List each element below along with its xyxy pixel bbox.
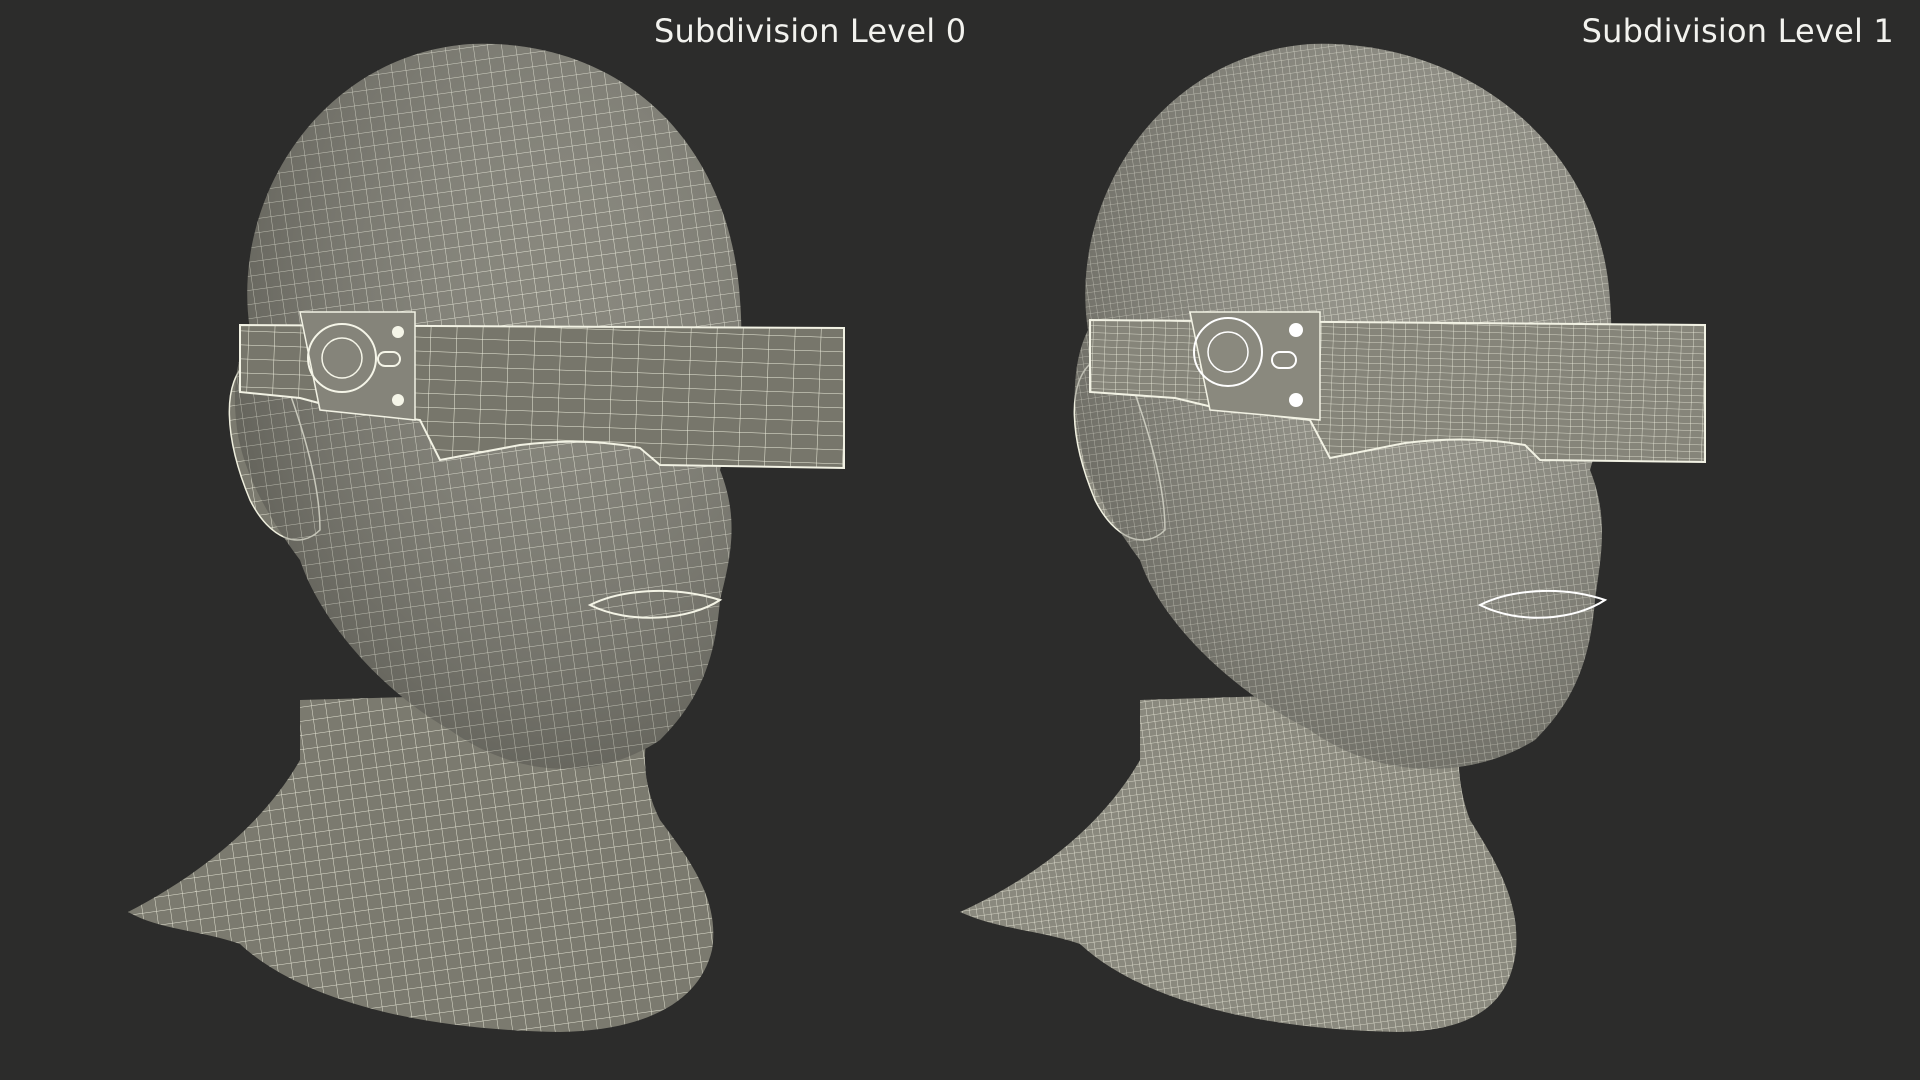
head-with-visor-level-0 bbox=[128, 43, 845, 1032]
head-with-visor-level-1 bbox=[960, 43, 1706, 1032]
label-subdivision-level-1: Subdivision Level 1 bbox=[1581, 12, 1894, 50]
visor-sensor-module bbox=[1189, 311, 1321, 421]
label-subdivision-level-0: Subdivision Level 0 bbox=[654, 12, 967, 50]
wireframe-renders bbox=[128, 43, 1706, 1032]
render-canvas: Subdivision Level 0 Subdivision Level 1 bbox=[0, 0, 1920, 1080]
